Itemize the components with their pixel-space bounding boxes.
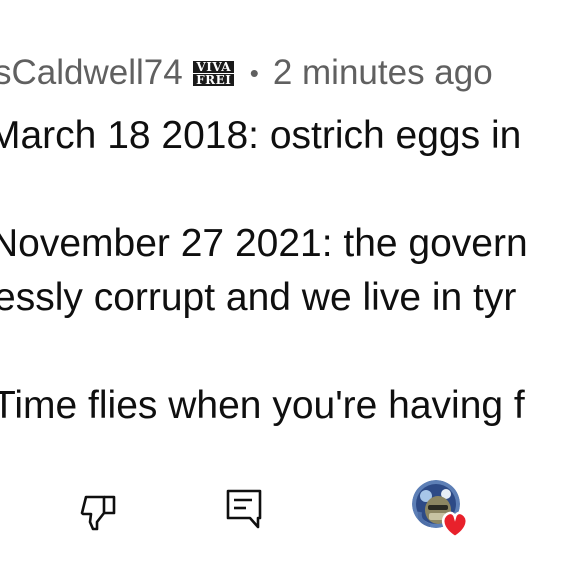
timestamp[interactable]: 2 minutes ago [273,53,493,93]
comment-text-line: essly corrupt and we live in tyr [0,276,517,319]
badge-line-1: VIVA [193,60,235,73]
reply-button[interactable] [218,484,266,532]
separator-dot: • [249,57,259,88]
reply-comment-icon [226,489,262,529]
comment-text-line: Time flies when you're having f [0,384,525,427]
comment-text-line: March 18 2018: ostrich eggs in [0,114,522,157]
creator-heart[interactable] [406,476,474,544]
comment-header: sCaldwell74 VIVA FREI • 2 minutes ago [0,52,493,94]
comment-action-bar [0,470,567,550]
creator-heart-icon [441,511,469,539]
badge-line-2: FREI [193,73,235,86]
comment: sCaldwell74 VIVA FREI • 2 minutes ago Ma… [0,0,567,567]
author-name[interactable]: sCaldwell74 [0,53,183,93]
comment-text-line: November 27 2021: the govern [0,222,528,265]
member-badge-icon: VIVA FREI [192,58,236,88]
thumbs-down-icon [80,495,116,531]
dislike-button[interactable] [74,488,122,536]
